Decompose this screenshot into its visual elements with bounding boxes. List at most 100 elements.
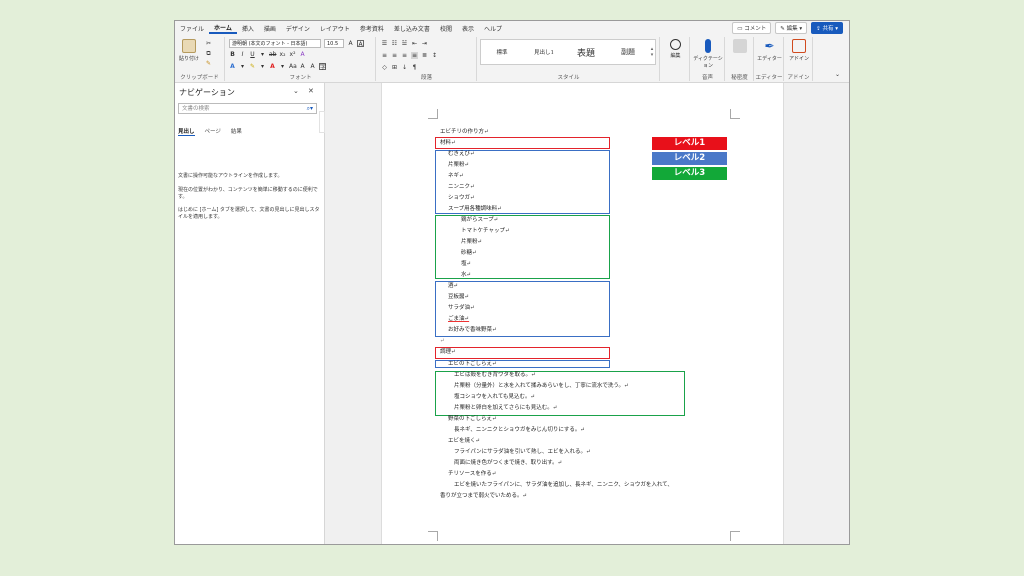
align-left-icon[interactable]: ≡ — [381, 52, 388, 59]
tab-help[interactable]: ヘルプ — [479, 24, 507, 33]
borders-icon[interactable]: ⊞ — [391, 64, 398, 71]
font-group: 游明朝 (本文のフォント - 日本語) 10.5 A A B I U ▾ ab … — [226, 37, 376, 81]
word-window: ファイル ホーム 挿入 描画 デザイン レイアウト 参考資料 差し込み文書 校閲… — [174, 20, 850, 545]
paragraph-group: ☰ ☷ ☱ ⇤ ⇥ ≡ ≡ ≡ ≡ ≣ ↕ ◇ ⊞ ↓ ¶ 段落 — [377, 37, 477, 81]
nav-tab-pages[interactable]: ページ — [205, 127, 221, 136]
font-color-icon[interactable]: A — [269, 63, 276, 70]
shrink-font-icon[interactable]: A — [299, 63, 306, 70]
superscript-icon[interactable]: x² — [289, 51, 296, 58]
tab-review[interactable]: 校閲 — [435, 24, 457, 33]
search-icon — [670, 39, 681, 50]
doc-line: 豆板醤↵ — [448, 294, 470, 300]
style-gallery[interactable]: 標準 見出し1 表題 副題 ▴ ▾ — [480, 39, 656, 65]
edit-mode-button[interactable]: ✎ 編集 ▾ — [775, 22, 808, 34]
collapse-ribbon-icon[interactable]: ⌄ — [834, 71, 841, 78]
doc-line: 酒↵ — [448, 283, 459, 289]
align-center-icon[interactable]: ≡ — [391, 52, 398, 59]
change-case-icon[interactable]: Aa — [289, 63, 297, 70]
doc-line: 水↵ — [461, 272, 472, 278]
nav-tab-headings[interactable]: 見出し — [178, 127, 195, 136]
decrease-indent-icon[interactable]: ⇤ — [411, 40, 418, 47]
subscript-icon[interactable]: x₂ — [279, 51, 286, 58]
doc-line: 片栗粉と卵白を加えてさらにも見込む。↵ — [454, 405, 558, 411]
format-painter-icon[interactable]: ✎ — [205, 60, 212, 67]
distributed-icon[interactable]: ≣ — [421, 52, 428, 59]
show-marks-icon[interactable]: ¶ — [411, 64, 418, 71]
nav-help-text-1: 文書に操作可能なアウトラインを作成します。 — [178, 173, 283, 179]
doc-line: 香りが立つまで弱火でいためる。↵ — [440, 493, 528, 499]
editor-label: エディター — [755, 75, 783, 81]
nav-options-icon[interactable]: ⌄ — [293, 87, 299, 95]
doc-line: エビの下ごしらえ↵ — [448, 361, 497, 367]
clear-format-icon[interactable]: A — [309, 63, 316, 70]
nav-search-input[interactable]: 文書の検索 ⌕▾ — [178, 103, 317, 114]
multilevel-icon[interactable]: ☱ — [401, 40, 408, 47]
enclose-char-icon[interactable]: 字 — [319, 63, 326, 71]
doc-line: トマトケチャップ↵ — [461, 228, 510, 234]
nav-tabs: 見出し ページ 結果 — [178, 127, 242, 136]
tab-home[interactable]: ホーム — [209, 23, 237, 34]
nav-tab-results[interactable]: 結果 — [231, 127, 242, 136]
strikethrough-icon[interactable]: ab — [269, 51, 277, 58]
doc-line: ↵ — [440, 338, 445, 344]
tab-file[interactable]: ファイル — [175, 24, 209, 33]
style-subtitle[interactable]: 副題 — [607, 47, 649, 57]
doc-line: ごま油↵ — [448, 316, 470, 322]
align-right-icon[interactable]: ≡ — [401, 52, 408, 59]
nav-title: ナビゲーション — [179, 88, 235, 97]
comment-label: コメント — [744, 26, 767, 32]
document-page[interactable]: エビチリの作り方↵ 材料↵ むきえび↵ 片栗粉↵ ネギ↵ ニンニク↵ ショウガ↵… — [381, 83, 784, 544]
nav-close-icon[interactable]: ✕ — [308, 87, 314, 95]
underline-dropdown-icon[interactable]: ▾ — [259, 51, 266, 58]
tab-design[interactable]: デザイン — [281, 24, 315, 33]
bold-icon[interactable]: B — [229, 51, 236, 58]
sensitivity-icon — [733, 39, 747, 53]
tab-insert[interactable]: 挿入 — [237, 24, 259, 33]
tab-view[interactable]: 表示 — [457, 24, 479, 33]
editing-button[interactable]: 編集 — [663, 39, 688, 59]
style-title[interactable]: 表題 — [565, 46, 607, 59]
bullets-icon[interactable]: ☰ — [381, 40, 388, 47]
char-border-icon[interactable]: A — [357, 40, 364, 48]
style-scroll-icon[interactable]: ▴ ▾ — [649, 46, 655, 58]
text-effects-icon[interactable]: A — [299, 51, 306, 58]
style-heading1[interactable]: 見出し1 — [523, 48, 565, 56]
legend-level2: レベル2 — [652, 152, 727, 165]
dictate-button[interactable]: ディクテーション — [692, 39, 724, 69]
effect-dropdown-icon[interactable]: ▾ — [239, 63, 246, 70]
doc-line: スープ用各種調味料↵ — [448, 206, 502, 212]
style-normal[interactable]: 標準 — [481, 48, 523, 56]
underline-icon[interactable]: U — [249, 51, 256, 58]
highlight-dropdown-icon[interactable]: ▾ — [259, 63, 266, 70]
addins-button[interactable]: アドイン — [787, 39, 811, 62]
italic-icon[interactable]: I — [239, 51, 246, 58]
numbering-icon[interactable]: ☷ — [391, 40, 398, 47]
copy-icon[interactable]: ⧉ — [205, 50, 212, 57]
paste-button[interactable]: 貼り付け — [178, 39, 200, 62]
search-icon[interactable]: ⌕▾ — [307, 104, 313, 114]
increase-indent-icon[interactable]: ⇥ — [421, 40, 428, 47]
doc-line: 片栗粉↵ — [448, 162, 470, 168]
tab-mailings[interactable]: 差し込み文書 — [389, 24, 435, 33]
grow-font-icon[interactable]: A — [347, 40, 354, 47]
tab-references[interactable]: 参考資料 — [355, 24, 389, 33]
edit-label: 編集 — [786, 26, 798, 32]
cut-icon[interactable]: ✂ — [205, 40, 212, 47]
font-color-dropdown-icon[interactable]: ▾ — [279, 63, 286, 70]
sort-icon[interactable]: ↓ — [401, 64, 408, 71]
doc-line: 塩↵ — [461, 261, 472, 267]
shading-icon[interactable]: ◇ — [381, 64, 388, 71]
highlight-icon[interactable]: ✎ — [249, 63, 256, 70]
font-name-select[interactable]: 游明朝 (本文のフォント - 日本語) — [229, 39, 321, 48]
justify-icon[interactable]: ≡ — [411, 52, 418, 59]
sensitivity-button[interactable] — [728, 39, 752, 55]
editor-button[interactable]: ✒ エディター — [757, 39, 782, 62]
tab-draw[interactable]: 描画 — [259, 24, 281, 33]
line-spacing-icon[interactable]: ↕ — [431, 52, 438, 59]
share-button[interactable]: ⇪ 共有 ▾ — [811, 22, 843, 34]
tab-layout[interactable]: レイアウト — [315, 24, 355, 33]
text-effect-icon[interactable]: A — [229, 63, 236, 70]
nav-search-placeholder: 文書の検索 — [182, 106, 210, 112]
font-size-select[interactable]: 10.5 — [324, 39, 344, 48]
comment-button[interactable]: ▭ コメント — [732, 22, 772, 34]
